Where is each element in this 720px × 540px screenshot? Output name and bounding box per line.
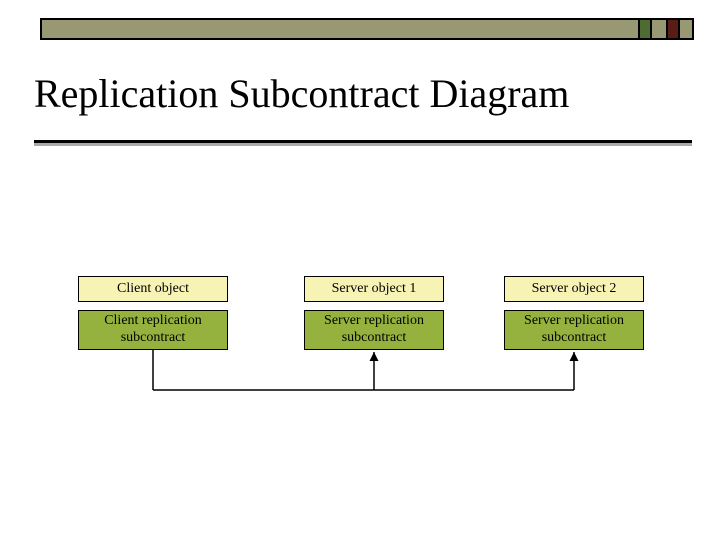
bar-marker-maroon — [666, 18, 680, 40]
title-underline — [34, 140, 692, 143]
decorative-top-bar — [40, 18, 694, 40]
box-client-object: Client object — [78, 276, 228, 302]
box-server-object-2: Server object 2 — [504, 276, 644, 302]
box-server-subcontract-1: Server replication subcontract — [304, 310, 444, 350]
box-server-subcontract-2: Server replication subcontract — [504, 310, 644, 350]
slide-title: Replication Subcontract Diagram — [34, 70, 569, 117]
box-client-subcontract: Client replication subcontract — [78, 310, 228, 350]
bar-marker-green — [638, 18, 652, 40]
box-server-object-1: Server object 1 — [304, 276, 444, 302]
